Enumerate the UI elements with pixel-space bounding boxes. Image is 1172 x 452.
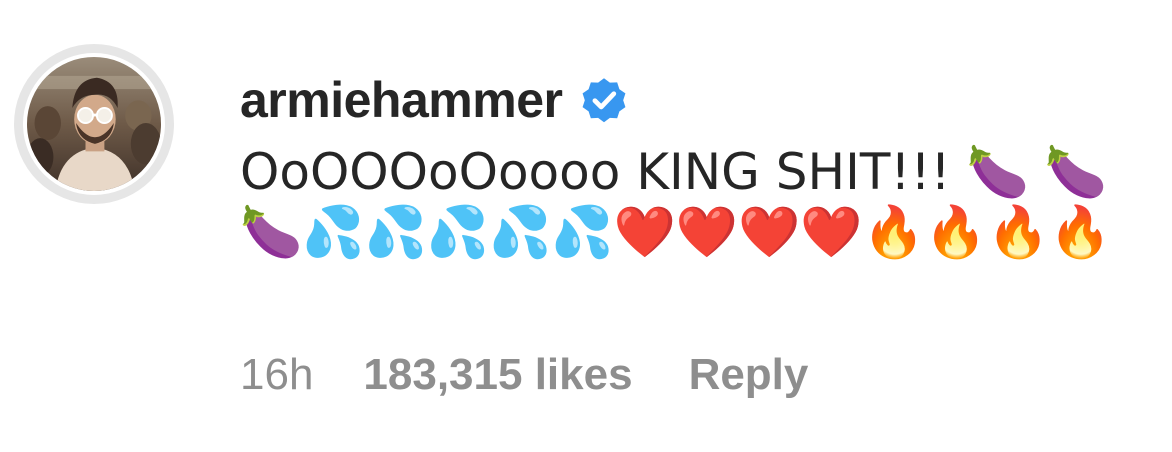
comment: armiehammer OoOOOoOoooo KING SHIT!!! 🍆 🍆… xyxy=(0,0,1172,452)
avatar[interactable] xyxy=(14,44,174,204)
profile-photo xyxy=(23,53,165,195)
comment-header: armiehammer xyxy=(240,60,1150,140)
reply-button[interactable]: Reply xyxy=(689,350,809,400)
comment-timestamp[interactable]: 16h xyxy=(240,350,313,400)
comment-meta: 16h 183,315 likes Reply xyxy=(240,350,808,400)
comment-body: armiehammer OoOOOoOoooo KING SHIT!!! 🍆 🍆… xyxy=(240,60,1150,262)
username-link[interactable]: armiehammer xyxy=(240,71,563,129)
comment-text: OoOOOoOoooo KING SHIT!!! 🍆 🍆🍆💦💦💦💦💦❤️❤️❤️… xyxy=(240,143,1112,261)
verified-badge-icon xyxy=(576,72,632,128)
likes-count[interactable]: 183,315 likes xyxy=(363,350,632,400)
profile-photo-image xyxy=(27,57,161,191)
